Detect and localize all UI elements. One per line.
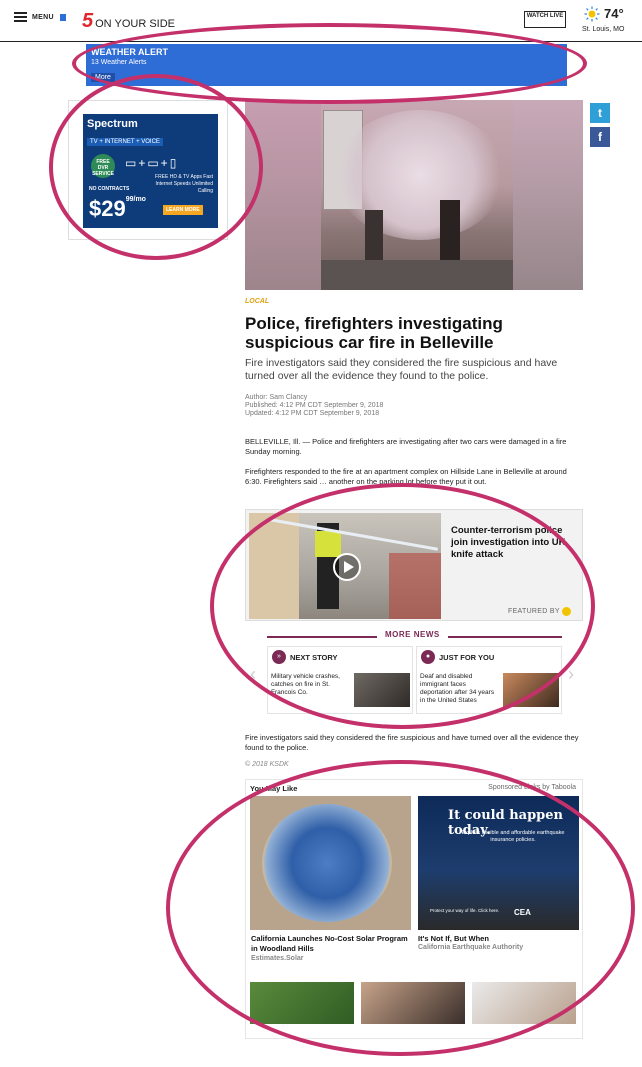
- article-dek: Fire investigators said they considered …: [245, 357, 558, 382]
- featured-by-label: FEATURED BY: [508, 608, 560, 615]
- article-headline: Police, firefighters investigating suspi…: [245, 314, 503, 352]
- tile2-protect: Protect your way of life. Click here.: [430, 908, 500, 913]
- solar-array: [262, 804, 392, 922]
- play-icon[interactable]: [333, 553, 361, 581]
- weather-city: St. Louis, MO: [582, 26, 625, 33]
- alert-subtitle: 13 Weather Alerts: [91, 59, 147, 66]
- chevron-left-icon[interactable]: ‹: [250, 664, 256, 685]
- hero-smoke: [335, 110, 505, 240]
- cea-logo: CEA: [514, 908, 531, 917]
- thumb-wall: [249, 513, 299, 619]
- more-news: MORE NEWS » NEXT STORY Military vehicle …: [267, 630, 562, 718]
- just-for-you-label: JUST FOR YOU: [439, 653, 495, 662]
- hero-blur-left: [245, 100, 321, 290]
- ad-brand: Spectrum: [87, 118, 138, 130]
- ad-tagline: TV + INTERNET + VOICE: [87, 138, 163, 146]
- article-byline: Author: Sam Clancy Published: 4:12 PM CD…: [245, 394, 383, 418]
- featured-video[interactable]: Counter-terrorism police join investigat…: [245, 509, 583, 621]
- you-may-like-title: You May Like: [250, 784, 298, 793]
- just-for-you-text: Deaf and disabled immigrant faces deport…: [420, 673, 495, 704]
- watch-live-button[interactable]: WATCH LIVE: [524, 11, 566, 28]
- site-logo[interactable]: 5 ON YOUR SIDE: [82, 10, 175, 33]
- spectrum-ad[interactable]: Spectrum TV + INTERNET + VOICE FREE DVR …: [83, 114, 218, 228]
- ad-dvr-badge: FREE DVR SERVICE: [91, 154, 115, 178]
- more-news-title: MORE NEWS: [377, 630, 448, 639]
- video-thumbnail[interactable]: [249, 513, 441, 619]
- sponsored-tile-image[interactable]: [250, 796, 411, 930]
- article-published: Published: 4:12 PM CDT September 9, 2018: [245, 402, 384, 409]
- sponsored-label[interactable]: Sponsored Links by Taboola: [488, 784, 576, 791]
- ad-learn-more-button[interactable]: LEARN MORE: [163, 205, 203, 215]
- sponsored-title[interactable]: California Launches No-Cost Solar Progra…: [251, 934, 411, 953]
- video-title[interactable]: Counter-terrorism police join investigat…: [451, 525, 576, 561]
- sponsored-source: Estimates.Solar: [251, 955, 304, 962]
- ad-no-contracts: NO CONTRACTS: [89, 186, 130, 192]
- temperature: 74°: [604, 6, 624, 21]
- article-paragraph: Firefighters responded to the fire at an…: [245, 467, 567, 486]
- article-paragraph: Fire investigators said they considered …: [245, 733, 579, 752]
- hero-blur-right: [513, 100, 583, 290]
- twitter-icon: t: [598, 106, 602, 120]
- hero-firefighter: [440, 200, 460, 260]
- facebook-icon: f: [598, 130, 602, 144]
- next-story-image: [354, 673, 410, 707]
- sponsored-thumbnail[interactable]: [361, 982, 465, 1024]
- just-for-you-image: [503, 673, 559, 707]
- weather-alert-banner[interactable]: WEATHER ALERT 13 Weather Alerts More: [86, 44, 567, 86]
- menu-button[interactable]: MENU: [14, 12, 66, 22]
- hamburger-icon: [14, 12, 27, 22]
- featured-by: FEATURED BY: [508, 607, 571, 616]
- user-icon: ●: [421, 650, 435, 664]
- site-header: MENU 5 ON YOUR SIDE WATCH LIVE 74° St. L…: [0, 0, 642, 42]
- sponsored-tile-image[interactable]: It could happen today. Explore flexible …: [418, 796, 579, 930]
- sun-icon: [584, 6, 600, 22]
- next-story-text: Military vehicle crashes, catches on fir…: [271, 673, 340, 696]
- thumb-road: [389, 553, 441, 619]
- sponsored-title[interactable]: It's Not If, But When: [418, 934, 578, 944]
- devices-icon: ▭+▭+▯: [125, 156, 179, 170]
- facebook-share-button[interactable]: f: [590, 127, 610, 147]
- sponsored-thumbnail[interactable]: [472, 982, 576, 1024]
- thumb-vest: [315, 531, 341, 557]
- logo-number: 5: [82, 10, 94, 32]
- article-category[interactable]: LOCAL: [245, 298, 269, 305]
- next-icon: »: [272, 650, 286, 664]
- next-story-label: NEXT STORY: [290, 653, 338, 662]
- ad-features: FREE HD & TV Apps Fast Internet Speeds U…: [155, 174, 213, 194]
- hero-ground: [321, 260, 513, 290]
- sponsored-links: You May Like Sponsored Links by Taboola …: [245, 779, 583, 1039]
- sponsored-thumbnail[interactable]: [250, 982, 354, 1024]
- sponsored-source: California Earthquake Authority: [418, 944, 524, 951]
- alert-more-link[interactable]: More: [91, 73, 115, 82]
- twitter-share-button[interactable]: t: [590, 103, 610, 123]
- ad-price-dollars: $29: [89, 196, 126, 221]
- alert-title: WEATHER ALERT: [91, 47, 168, 57]
- sponsor-logo-icon: [561, 607, 571, 616]
- article-author: Author: Sam Clancy: [245, 394, 308, 401]
- hero-image: [245, 100, 583, 290]
- hero-firefighter: [365, 210, 383, 260]
- chevron-right-icon[interactable]: ›: [568, 664, 574, 685]
- menu-badge: [59, 13, 66, 21]
- ad-price-cents: 99/mo: [125, 196, 146, 203]
- menu-label: MENU: [32, 13, 54, 21]
- article-paragraph: BELLEVILLE, Ill. — Police and firefighte…: [245, 437, 567, 456]
- just-for-you-card[interactable]: ● JUST FOR YOU Deaf and disabled immigra…: [416, 646, 562, 714]
- copyright: © 2018 KSDK: [245, 761, 289, 768]
- article-updated: Updated: 4:12 PM CDT September 9, 2018: [245, 410, 380, 417]
- logo-text: ON YOUR SIDE: [95, 18, 175, 30]
- tile2-subtext: Explore flexible and affordable earthqua…: [461, 830, 565, 843]
- ad-price: $2999/mo: [89, 196, 146, 222]
- next-story-card[interactable]: » NEXT STORY Military vehicle crashes, c…: [267, 646, 413, 714]
